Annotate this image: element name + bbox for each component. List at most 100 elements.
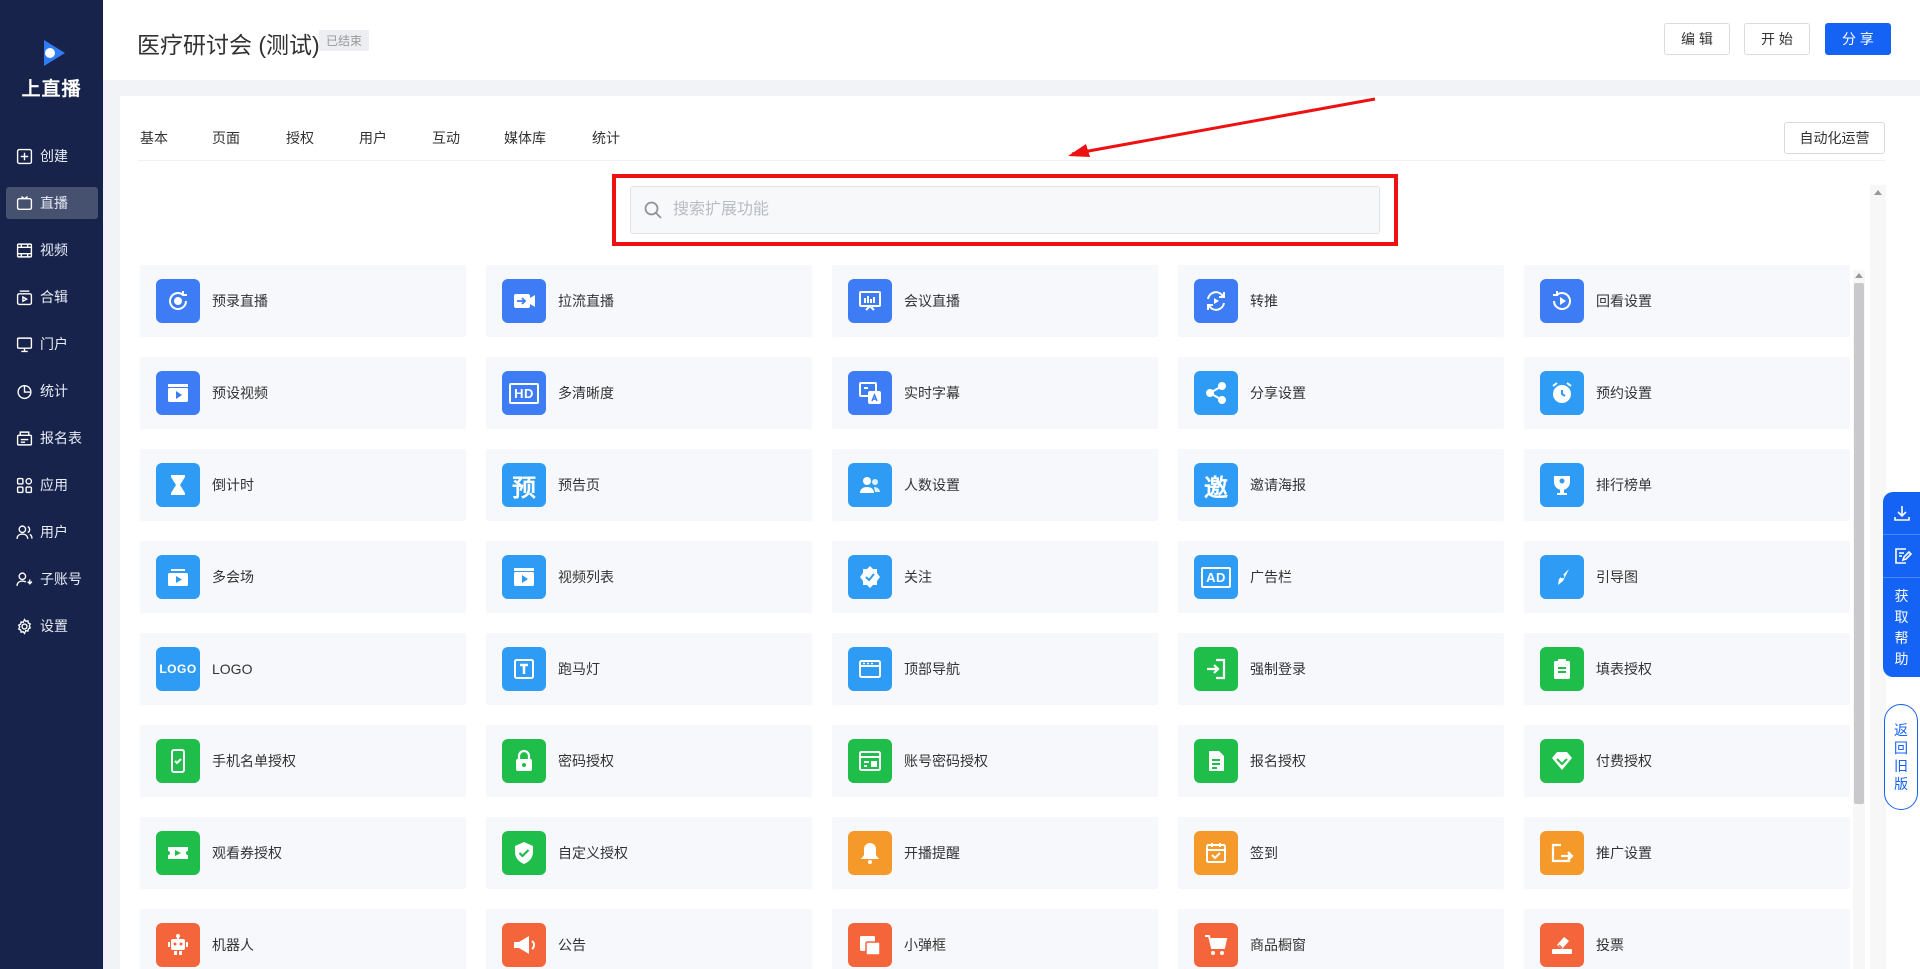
feature-card-repush[interactable]: 转推	[1178, 265, 1504, 337]
feature-card-account-password-auth[interactable]: 账号密码授权	[832, 725, 1158, 797]
feature-card-countdown[interactable]: 倒计时	[140, 449, 466, 521]
feature-card-share-settings[interactable]: 分享设置	[1178, 357, 1504, 429]
feature-card-custom-auth[interactable]: 自定义授权	[486, 817, 812, 889]
feature-card-signup-auth[interactable]: 报名授权	[1178, 725, 1504, 797]
feature-grid: 预录直播 拉流直播 会议直播 转推 回看设置 预设视频 HD 多清晰度 实时字幕…	[140, 265, 1850, 969]
feature-card-reservation-settings[interactable]: 预约设置	[1524, 357, 1850, 429]
collection-icon	[16, 289, 33, 305]
sidebar-item-settings[interactable]: 设置	[6, 610, 98, 642]
feature-card-pull-stream-live[interactable]: 拉流直播	[486, 265, 812, 337]
users-icon	[16, 524, 33, 539]
camera-icon	[16, 195, 33, 210]
feature-card-paid-auth[interactable]: 付费授权	[1524, 725, 1850, 797]
sidebar-item-stats[interactable]: 统计	[6, 375, 98, 407]
inner-scrollbar[interactable]	[1853, 270, 1865, 969]
promote-icon	[1540, 831, 1584, 875]
auto-ops-button[interactable]: 自动化运营	[1784, 122, 1885, 154]
feature-card-checkin[interactable]: 签到	[1178, 817, 1504, 889]
sidebar-item-label: 直播	[40, 195, 68, 211]
annotation-arrow	[1068, 97, 1376, 157]
feature-card-logo[interactable]: LOGO LOGO	[140, 633, 466, 705]
share-button[interactable]: 分 享	[1825, 23, 1891, 55]
feature-card-product-showcase[interactable]: 商品橱窗	[1178, 909, 1504, 969]
feature-card-playback-settings[interactable]: 回看设置	[1524, 265, 1850, 337]
ticket-icon	[156, 831, 200, 875]
feature-card-live-reminder[interactable]: 开播提醒	[832, 817, 1158, 889]
feature-card-preset-video[interactable]: 预设视频	[140, 357, 466, 429]
hourglass-icon	[156, 463, 200, 507]
feature-card-form-authorization[interactable]: 填表授权	[1524, 633, 1850, 705]
sidebar-item-label: 视频	[40, 242, 68, 258]
feature-card-force-login[interactable]: 强制登录	[1178, 633, 1504, 705]
status-badge: 已结束	[319, 30, 370, 51]
feature-label: LOGO	[212, 661, 253, 677]
feature-card-meeting-live[interactable]: 会议直播	[832, 265, 1158, 337]
feature-card-follow[interactable]: 关注	[832, 541, 1158, 613]
feature-card-popup[interactable]: 小弹框	[832, 909, 1158, 969]
edit-button[interactable]: 编 辑	[1664, 23, 1730, 55]
feature-label: 付费授权	[1596, 753, 1652, 769]
sidebar-item-live[interactable]: 直播	[6, 187, 98, 219]
account-password-icon	[848, 739, 892, 783]
feature-label: 回看设置	[1596, 293, 1652, 309]
feature-card-multi-definition[interactable]: HD 多清晰度	[486, 357, 812, 429]
feature-card-live-subtitle[interactable]: 实时字幕	[832, 357, 1158, 429]
back-to-old-version-button[interactable]: 返回旧版	[1884, 704, 1918, 810]
feature-card-phone-list-auth[interactable]: 手机名单授权	[140, 725, 466, 797]
tab-interaction[interactable]: 互动	[432, 128, 460, 148]
feature-label: 视频列表	[558, 569, 614, 585]
feature-card-video-list[interactable]: 视频列表	[486, 541, 812, 613]
sidebar-item-video[interactable]: 视频	[6, 234, 98, 266]
feature-card-prerecord-live[interactable]: 预录直播	[140, 265, 466, 337]
feature-label: 预设视频	[212, 385, 268, 401]
diamond-icon	[1540, 739, 1584, 783]
feature-card-invite-poster[interactable]: 邀 邀请海报	[1178, 449, 1504, 521]
sidebar-item-signup-form[interactable]: 报名表	[6, 422, 98, 454]
sidebar-item-create[interactable]: 创建	[6, 140, 98, 172]
search-input[interactable]	[671, 200, 1355, 220]
start-button[interactable]: 开 始	[1744, 23, 1810, 55]
feature-card-promotion-settings[interactable]: 推广设置	[1524, 817, 1850, 889]
feature-card-guide-image[interactable]: 引导图	[1524, 541, 1850, 613]
scroll-up-arrow-icon[interactable]	[1855, 273, 1863, 278]
tab-page[interactable]: 页面	[212, 128, 240, 148]
marquee-icon	[502, 647, 546, 691]
feature-card-marquee[interactable]: 跑马灯	[486, 633, 812, 705]
feature-card-robot[interactable]: 机器人	[140, 909, 466, 969]
feature-label: 观看券授权	[212, 845, 282, 861]
monitor-icon	[16, 336, 33, 352]
get-help-button[interactable]: 获取帮助	[1883, 586, 1920, 670]
feature-card-preview-page[interactable]: 预 预告页	[486, 449, 812, 521]
feature-card-announcement[interactable]: 公告	[486, 909, 812, 969]
tab-users[interactable]: 用户	[359, 128, 387, 148]
feature-label: 小弹框	[904, 937, 946, 953]
tab-authorization[interactable]: 授权	[286, 128, 314, 148]
feature-card-password-auth[interactable]: 密码授权	[486, 725, 812, 797]
sidebar-item-portal[interactable]: 门户	[6, 328, 98, 360]
feature-label: 投票	[1596, 937, 1624, 953]
sidebar-item-sub-account[interactable]: 子账号	[6, 563, 98, 595]
app-logo[interactable]: 上直播	[0, 36, 103, 101]
feature-label: 密码授权	[558, 753, 614, 769]
scrollbar-thumb[interactable]	[1854, 283, 1864, 804]
tab-basic[interactable]: 基本	[140, 128, 168, 148]
feedback-button[interactable]	[1883, 535, 1920, 578]
feature-card-vote[interactable]: 投票	[1524, 909, 1850, 969]
feature-card-people-count[interactable]: 人数设置	[832, 449, 1158, 521]
sidebar-item-collection[interactable]: 合辑	[6, 281, 98, 313]
download-button[interactable]	[1883, 492, 1920, 535]
feature-card-multi-venue[interactable]: 多会场	[140, 541, 466, 613]
scroll-up-arrow-icon[interactable]	[1874, 190, 1882, 195]
sidebar-item-apps[interactable]: 应用	[6, 469, 98, 501]
search-icon	[644, 201, 662, 219]
tab-statistics[interactable]: 统计	[592, 128, 620, 148]
feature-card-top-nav[interactable]: 顶部导航	[832, 633, 1158, 705]
app-name: 上直播	[21, 79, 82, 100]
checkin-calendar-icon	[1194, 831, 1238, 875]
feature-card-ad-bar[interactable]: AD 广告栏	[1178, 541, 1504, 613]
feature-card-ticket-auth[interactable]: 观看券授权	[140, 817, 466, 889]
search-box[interactable]	[630, 186, 1380, 234]
sidebar-item-users[interactable]: 用户	[6, 516, 98, 548]
feature-card-leaderboard[interactable]: 排行榜单	[1524, 449, 1850, 521]
tab-media-library[interactable]: 媒体库	[504, 128, 546, 148]
